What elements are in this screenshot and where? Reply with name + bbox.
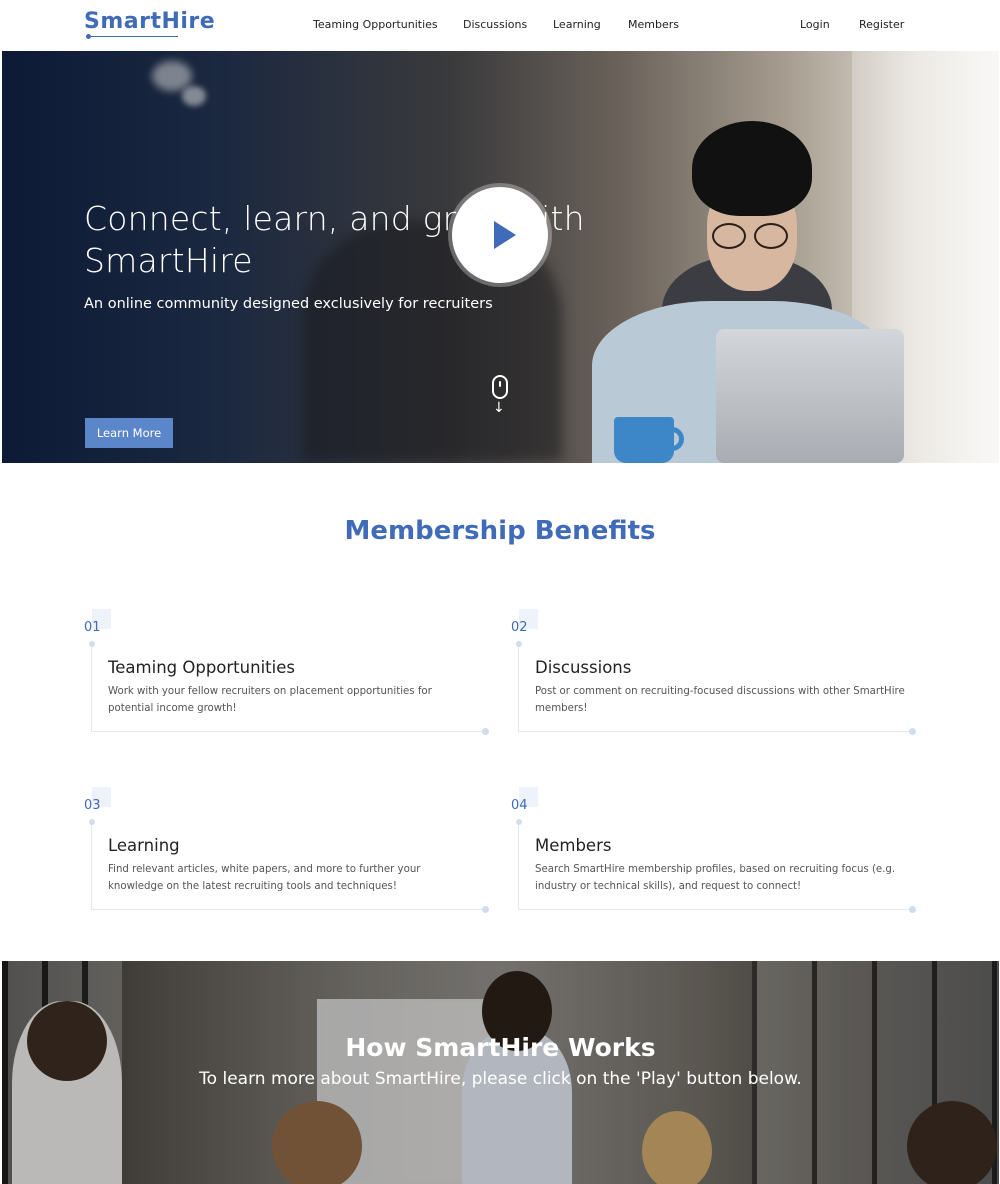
benefit-dot	[482, 906, 489, 913]
benefit-title: Discussions	[535, 658, 632, 677]
login-link[interactable]: Login	[800, 18, 830, 31]
nav-link-teaming-opportunities[interactable]: Teaming Opportunities	[313, 18, 438, 31]
benefit-title: Teaming Opportunities	[108, 658, 295, 677]
benefit-number: 04	[511, 798, 528, 813]
benefit-number: 02	[511, 620, 528, 635]
hero-laptop	[716, 329, 904, 463]
benefit-dot	[909, 728, 916, 735]
arrow-down-icon[interactable]: ↓	[493, 401, 505, 415]
hero-light	[182, 86, 206, 106]
benefit-title: Members	[535, 836, 612, 855]
benefit-number: 01	[84, 620, 101, 635]
nav-link-discussions[interactable]: Discussions	[463, 18, 527, 31]
hero-person-hair	[692, 121, 812, 216]
top-navbar: SmartHire Teaming Opportunities Discussi…	[0, 0, 1000, 51]
glasses-icon	[712, 223, 746, 249]
benefit-dot	[516, 641, 522, 647]
benefit-number: 03	[84, 798, 101, 813]
nav-link-members[interactable]: Members	[628, 18, 679, 31]
benefit-description: Find relevant articles, white papers, an…	[108, 864, 421, 892]
how-it-works-section: How SmartHire Works To learn more about …	[2, 961, 999, 1184]
how-title: How SmartHire Works	[345, 1033, 656, 1062]
learn-more-button[interactable]: Learn More	[85, 418, 173, 448]
benefit-card-members: 04 Members Search SmartHire membership p…	[511, 787, 916, 917]
nav-link-learning[interactable]: Learning	[553, 18, 601, 31]
benefit-line	[518, 909, 911, 910]
benefits-title: Membership Benefits	[344, 516, 656, 546]
benefit-line	[91, 647, 92, 732]
logo-underline	[86, 36, 178, 37]
benefit-dot	[516, 819, 522, 825]
mouse-scroll-icon[interactable]	[492, 375, 508, 399]
benefit-description: Post or comment on recruiting-focused di…	[535, 686, 905, 714]
benefit-title: Learning	[108, 836, 180, 855]
benefit-dot	[909, 906, 916, 913]
register-link[interactable]: Register	[859, 18, 904, 31]
hero-subtitle: An online community designed exclusively…	[84, 296, 493, 312]
hero-mug	[614, 417, 674, 463]
benefit-line	[518, 731, 911, 732]
benefit-dot	[89, 641, 95, 647]
benefit-dot	[89, 819, 95, 825]
how-subtitle: To learn more about SmartHire, please cl…	[199, 1069, 802, 1089]
benefit-description: Search SmartHire membership profiles, ba…	[535, 864, 896, 892]
benefit-line	[91, 825, 92, 910]
benefit-line	[518, 825, 519, 910]
benefit-card-teaming: 01 Teaming Opportunities Work with your …	[84, 609, 489, 739]
benefit-description: Work with your fellow recruiters on plac…	[108, 686, 432, 714]
hero-light	[152, 61, 192, 91]
benefit-card-discussions: 02 Discussions Post or comment on recrui…	[511, 609, 916, 739]
benefit-line	[91, 731, 484, 732]
benefit-line	[518, 647, 519, 732]
logo-dot	[86, 34, 91, 39]
glasses-icon	[754, 223, 788, 249]
benefit-dot	[482, 728, 489, 735]
benefit-line	[91, 909, 484, 910]
play-icon[interactable]	[452, 187, 548, 283]
logo[interactable]: SmartHire	[84, 9, 215, 34]
benefit-card-learning: 03 Learning Find relevant articles, whit…	[84, 787, 489, 917]
